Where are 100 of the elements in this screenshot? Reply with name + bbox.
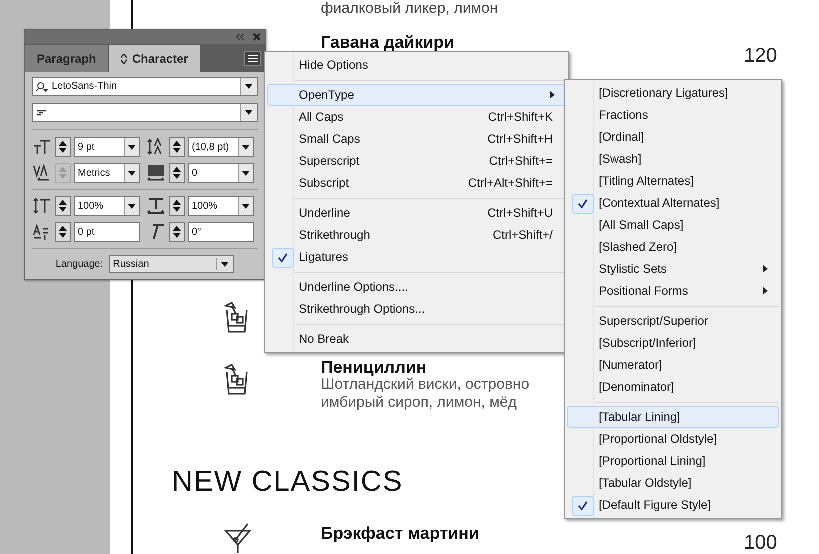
up-arrow-icon (59, 226, 67, 231)
value-dropdown[interactable]: Metrics (74, 163, 140, 183)
value-dropdown[interactable]: 9 pt (74, 137, 140, 157)
caret-icon (242, 170, 250, 176)
down-arrow-icon (59, 207, 67, 212)
menu-item[interactable]: [Titling Alternates] (567, 170, 779, 192)
menu-item[interactable]: [Ordinal] (567, 126, 779, 148)
horizontal-scale-icon (147, 197, 165, 215)
font-style-dropdown[interactable] (32, 103, 258, 122)
caret-icon (128, 144, 136, 150)
menu-item[interactable]: [Tabular Oldstyle] (567, 472, 779, 494)
dish-name: Брэкфаст мартини (321, 525, 480, 542)
dish-price: 120 (744, 45, 778, 67)
menu-item[interactable]: [Contextual Alternates] (567, 192, 779, 214)
down-arrow-icon (59, 174, 67, 179)
menu-item[interactable]: Superscript Ctrl+Shift+= (267, 150, 566, 172)
menu-item[interactable]: [Subscript/Inferior] (567, 332, 779, 354)
up-arrow-icon (173, 141, 181, 146)
cocktail-glass-icon (223, 364, 251, 396)
stepper-button[interactable] (169, 222, 185, 242)
stepper-button[interactable] (169, 196, 185, 216)
caret-icon (245, 84, 253, 89)
value-dropdown[interactable]: 0 (188, 163, 254, 183)
font-family-dropdown[interactable]: LetoSans-Thin (32, 77, 258, 96)
submenu-arrow-icon (550, 91, 555, 99)
value-dropdown[interactable]: 100% (188, 196, 254, 216)
down-arrow-icon (173, 207, 181, 212)
menu-item[interactable]: Underline Ctrl+Shift+U (267, 202, 566, 224)
stepper-button[interactable] (169, 163, 185, 183)
value-field[interactable]: 0° (188, 222, 254, 242)
panel-menu-button[interactable] (244, 51, 261, 66)
menu-item[interactable]: No Break (267, 328, 566, 350)
cocktail-glass-icon (223, 302, 251, 334)
language-label: Language: (56, 258, 104, 272)
martini-glass-icon (223, 521, 253, 553)
down-arrow-icon (59, 233, 67, 238)
stepper-button[interactable] (169, 137, 185, 157)
menu-item[interactable]: OpenType (267, 84, 566, 106)
section-heading: NEW CLASSICS (172, 466, 404, 498)
menu-item[interactable]: [Default Figure Style] (567, 494, 779, 516)
tracking-icon (147, 164, 165, 182)
menu-item[interactable]: [Slashed Zero] (567, 236, 779, 258)
panel-tab[interactable]: Paragraph (25, 45, 110, 72)
menu-item[interactable]: [Discretionary Ligatures] (567, 82, 779, 104)
dish-description: Шотландский виски, островно (321, 376, 530, 394)
menu-item[interactable]: Underline Options.... (267, 276, 566, 298)
down-arrow-icon (173, 174, 181, 179)
caret-icon (242, 204, 250, 208)
stepper-button[interactable] (55, 222, 71, 242)
caret-icon (245, 110, 253, 115)
submenu-arrow-icon (763, 287, 768, 295)
menu-item[interactable]: [Swash] (567, 148, 779, 170)
menu-item[interactable]: Hide Options (267, 54, 566, 76)
search-icon (35, 82, 49, 92)
value-field[interactable]: 0 pt (74, 222, 140, 242)
menu-item[interactable]: Superscript/Superior (567, 310, 779, 332)
up-arrow-icon (59, 200, 67, 205)
menu-item[interactable]: [Proportional Oldstyle] (567, 428, 779, 450)
up-arrow-icon (59, 167, 67, 172)
menu-item[interactable]: Subscript Ctrl+Alt+Shift+= (267, 172, 566, 194)
stepper-button[interactable] (55, 196, 71, 216)
up-arrow-icon (173, 226, 181, 231)
menu-item[interactable]: Fractions (567, 104, 779, 126)
menu-item[interactable]: Strikethrough Ctrl+Shift+/ (267, 224, 566, 246)
close-icon[interactable] (253, 33, 261, 41)
dish-description: имбирый сироп, лимон, мёд (321, 394, 517, 412)
submenu-arrow-icon (763, 265, 768, 273)
font-size-icon (33, 138, 51, 156)
dish-name: Пенициллин (321, 359, 427, 376)
menu-item[interactable]: [Denominator] (567, 376, 779, 398)
caret-icon (128, 170, 136, 176)
value-dropdown[interactable]: (10,8 pt) (188, 137, 254, 157)
sort-arrows-icon (121, 54, 128, 64)
caret-icon (221, 262, 230, 266)
kerning-icon (33, 164, 51, 182)
menu-item[interactable]: Stylistic Sets (567, 258, 779, 280)
stepper-button[interactable] (55, 137, 71, 157)
menu-item[interactable]: [All Small Caps] (567, 214, 779, 236)
panel-tab[interactable]: Character (109, 45, 200, 72)
menu-item[interactable]: [Tabular Lining] (567, 406, 779, 428)
up-arrow-icon (173, 167, 181, 172)
baseline-shift-icon (33, 223, 51, 241)
dish-description: фиалковый ликер, лимон (320, 0, 500, 18)
menu-item[interactable]: Small Caps Ctrl+Shift+H (267, 128, 566, 150)
menu-item[interactable]: [Proportional Lining] (567, 450, 779, 472)
menu-item[interactable]: Strikethrough Options... (267, 298, 566, 320)
value-dropdown[interactable]: 100% (74, 196, 140, 216)
up-arrow-icon (173, 200, 181, 205)
down-arrow-icon (59, 148, 67, 153)
down-arrow-icon (173, 148, 181, 153)
down-arrow-icon (173, 233, 181, 238)
dish-price: 100 (744, 532, 778, 554)
language-dropdown[interactable]: Russian (109, 255, 234, 273)
menu-item[interactable]: All Caps Ctrl+Shift+K (267, 106, 566, 128)
menu-item[interactable]: Positional Forms (567, 280, 779, 302)
caret-icon (242, 144, 250, 150)
dish-name: Гавана дайкири (321, 34, 454, 51)
menu-item[interactable]: [Numerator] (567, 354, 779, 376)
collapse-icon[interactable] (236, 34, 245, 40)
menu-item[interactable]: Ligatures (267, 246, 566, 268)
